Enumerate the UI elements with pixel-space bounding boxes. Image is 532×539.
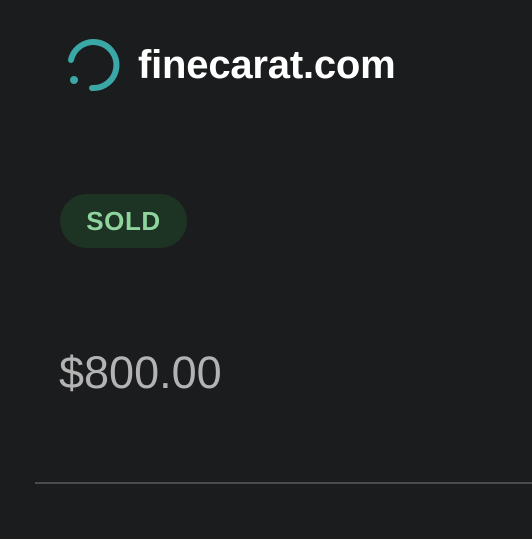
sold-status-badge: SOLD xyxy=(60,194,187,248)
price-label: $800.00 xyxy=(59,347,222,398)
site-header: finecarat.com xyxy=(62,34,396,96)
circular-progress-logo-icon xyxy=(68,39,120,92)
divider xyxy=(35,482,532,484)
site-name[interactable]: finecarat.com xyxy=(138,45,396,85)
